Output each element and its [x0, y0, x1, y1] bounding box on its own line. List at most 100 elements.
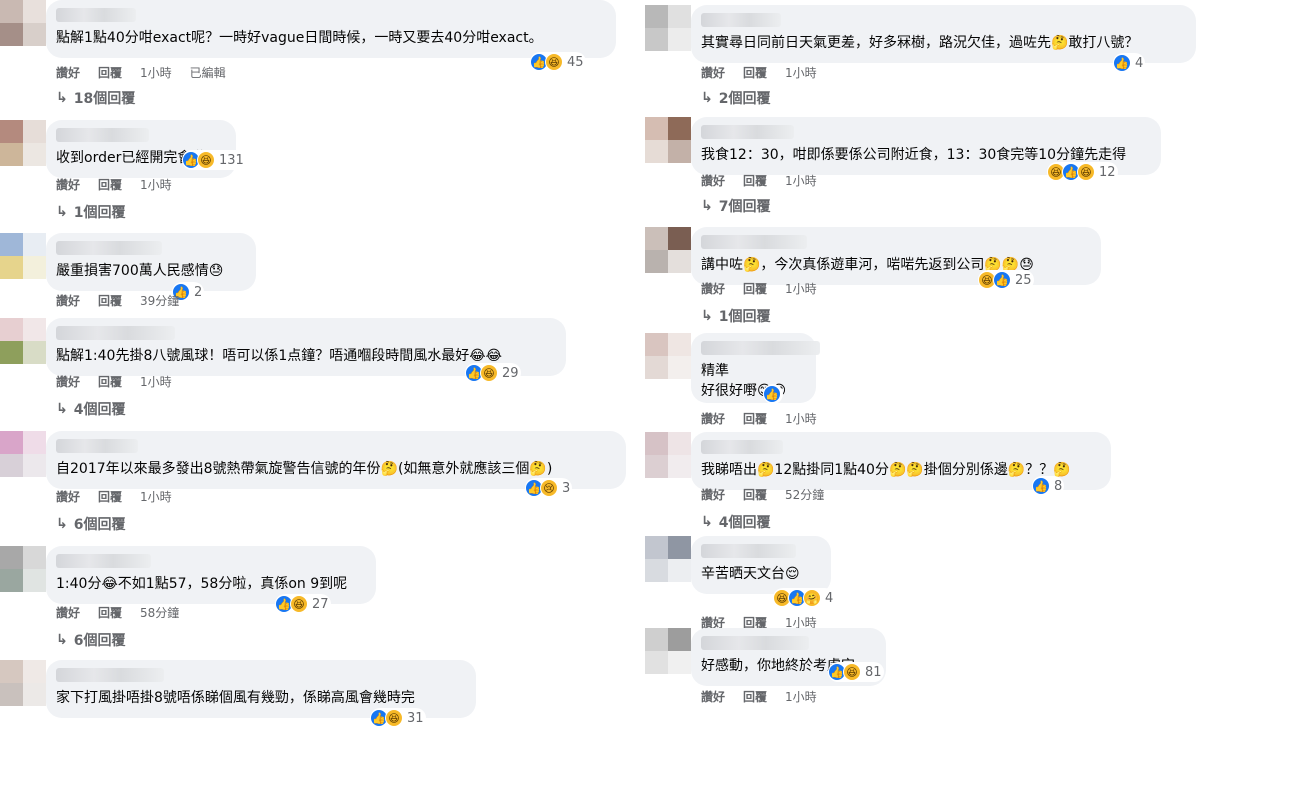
like-reaction-icon: 👍 [993, 271, 1011, 289]
comment-text-line: 家下打風掛唔掛8號唔係睇個風有幾勁，係睇高風會幾時完 [56, 690, 415, 706]
view-replies-link[interactable]: ↳ 6個回覆 [56, 630, 125, 650]
avatar[interactable] [0, 431, 46, 477]
commenter-name-blurred[interactable] [56, 668, 164, 682]
comment-timestamp[interactable]: 1小時 [785, 410, 817, 427]
reply-button[interactable]: 回覆 [98, 64, 122, 81]
reaction-summary[interactable]: 👍 😆 27 [275, 594, 331, 614]
haha-reaction-icon: 😆 [385, 709, 403, 727]
commenter-name-blurred[interactable] [56, 439, 138, 453]
reaction-summary[interactable]: 👍 4 [1113, 53, 1146, 73]
reply-button[interactable]: 回覆 [98, 604, 122, 621]
commenter-name-blurred[interactable] [701, 636, 809, 650]
like-button[interactable]: 讚好 [701, 280, 725, 297]
comment-timestamp[interactable]: 1小時 [785, 688, 817, 705]
view-replies-link[interactable]: ↳ 7個回覆 [701, 196, 770, 216]
reply-arrow-icon: ↳ [701, 90, 713, 106]
avatar[interactable] [0, 318, 46, 364]
reaction-count: 31 [407, 710, 424, 726]
reply-button[interactable]: 回覆 [98, 292, 122, 309]
avatar-pixel [668, 140, 691, 163]
reply-button[interactable]: 回覆 [98, 176, 122, 193]
comment-timestamp[interactable]: 1小時 [785, 172, 817, 189]
like-button[interactable]: 讚好 [701, 688, 725, 705]
avatar[interactable] [0, 233, 46, 279]
commenter-name-blurred[interactable] [56, 554, 151, 568]
avatar-pixel [645, 432, 668, 455]
comment-timestamp[interactable]: 1小時 [785, 64, 817, 81]
view-replies-link[interactable]: ↳ 1個回覆 [56, 202, 125, 222]
commenter-name-blurred[interactable] [701, 235, 807, 249]
avatar[interactable] [0, 660, 46, 706]
avatar[interactable] [0, 546, 46, 592]
avatar[interactable] [0, 120, 46, 166]
avatar[interactable] [645, 117, 691, 163]
comment-item: 家下打風掛唔掛8號唔係睇個風有幾勁，係睇高風會幾時完 👍 😆 31 [0, 660, 645, 790]
reply-button[interactable]: 回覆 [98, 373, 122, 390]
commenter-name-blurred[interactable] [701, 544, 796, 558]
avatar[interactable] [645, 432, 691, 478]
like-button[interactable]: 讚好 [56, 292, 80, 309]
reply-button[interactable]: 回覆 [743, 64, 767, 81]
commenter-name-blurred[interactable] [56, 128, 149, 142]
reaction-summary[interactable]: 😆 👍 🤗 4 [773, 588, 836, 608]
commenter-name-blurred[interactable] [701, 13, 781, 27]
comment-timestamp[interactable]: 52分鐘 [785, 486, 824, 503]
comment-bubble: 精準 好很好嘢😊😊 [691, 333, 820, 403]
avatar[interactable] [645, 227, 691, 273]
commenter-name-blurred[interactable] [56, 326, 175, 340]
like-button[interactable]: 讚好 [701, 486, 725, 503]
reaction-summary[interactable]: 👍 😆 131 [182, 150, 246, 170]
commenter-name-blurred[interactable] [701, 125, 794, 139]
comment-timestamp[interactable]: 58分鐘 [140, 604, 179, 621]
avatar[interactable] [645, 628, 691, 674]
comment-timestamp[interactable]: 1小時 [140, 488, 172, 505]
reaction-summary[interactable]: 😆 👍 😆 12 [1047, 162, 1118, 182]
commenter-name-blurred[interactable] [701, 341, 820, 355]
comment-timestamp[interactable]: 1小時 [140, 176, 172, 193]
reaction-count: 8 [1054, 478, 1063, 494]
like-button[interactable]: 讚好 [701, 172, 725, 189]
avatar-pixel [0, 0, 23, 23]
reply-button[interactable]: 回覆 [743, 280, 767, 297]
reply-button[interactable]: 回覆 [743, 486, 767, 503]
commenter-name-blurred[interactable] [56, 8, 136, 22]
like-button[interactable]: 讚好 [56, 64, 80, 81]
comment-timestamp[interactable]: 1小時 [140, 64, 172, 81]
like-button[interactable]: 讚好 [56, 488, 80, 505]
reply-button[interactable]: 回覆 [743, 688, 767, 705]
view-replies-link[interactable]: ↳ 2個回覆 [701, 88, 770, 108]
like-button[interactable]: 讚好 [56, 373, 80, 390]
view-replies-link[interactable]: ↳ 6個回覆 [56, 514, 125, 534]
view-replies-link[interactable]: ↳ 1個回覆 [701, 306, 770, 326]
view-replies-link[interactable]: ↳ 18個回覆 [56, 88, 135, 108]
comment-timestamp[interactable]: 39分鐘 [140, 292, 179, 309]
reaction-summary[interactable]: 👍 😆 31 [370, 708, 426, 728]
like-button[interactable]: 讚好 [56, 604, 80, 621]
like-button[interactable]: 讚好 [701, 64, 725, 81]
like-button[interactable]: 讚好 [701, 410, 725, 427]
avatar[interactable] [645, 5, 691, 51]
avatar[interactable] [645, 536, 691, 582]
reaction-summary[interactable]: 👍 😆 45 [530, 52, 586, 72]
avatar[interactable] [645, 333, 691, 379]
view-replies-link[interactable]: ↳ 4個回覆 [56, 399, 125, 419]
view-replies-link[interactable]: ↳ 4個回覆 [701, 512, 770, 532]
avatar-pixel [668, 117, 691, 140]
like-button[interactable]: 讚好 [56, 176, 80, 193]
comment-timestamp[interactable]: 1小時 [785, 280, 817, 297]
reaction-summary[interactable]: 👍 😢 3 [525, 478, 573, 498]
reply-button[interactable]: 回覆 [743, 410, 767, 427]
commenter-name-blurred[interactable] [701, 440, 783, 454]
reaction-summary[interactable]: 👍 [763, 384, 783, 404]
reaction-summary[interactable]: 👍 😆 29 [465, 363, 521, 383]
reaction-summary[interactable]: 👍 8 [1032, 476, 1065, 496]
commenter-name-blurred[interactable] [56, 241, 162, 255]
reaction-summary[interactable]: 👍 😆 81 [828, 662, 884, 682]
reply-button[interactable]: 回覆 [98, 488, 122, 505]
comment-timestamp[interactable]: 1小時 [140, 373, 172, 390]
reply-button[interactable]: 回覆 [743, 172, 767, 189]
reaction-summary[interactable]: 😆 👍 25 [978, 270, 1034, 290]
avatar[interactable] [0, 0, 46, 46]
comment-item: 點解1:40先掛8八號風球！唔可以係1点鐘？唔通嗰段時間風水最好😂😂 👍 😆 29 讚好… [0, 318, 645, 448]
comment-text: 嚴重損害700萬人民感情😓 [56, 261, 244, 281]
